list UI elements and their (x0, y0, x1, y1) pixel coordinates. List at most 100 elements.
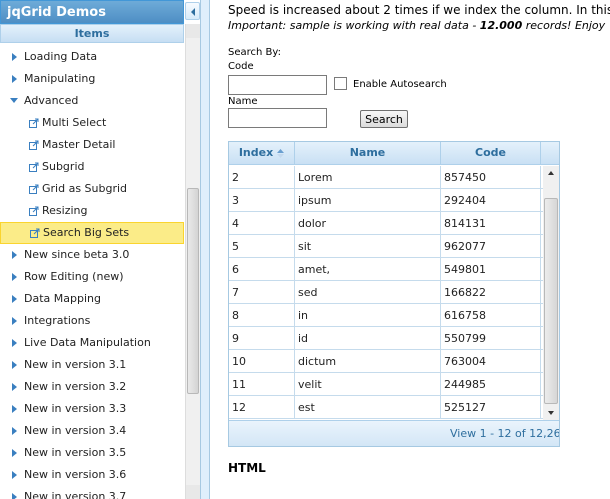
cell-code: 763004 (441, 350, 541, 373)
search-by-label: Search By: (228, 47, 281, 58)
cell-index: 7 (229, 281, 295, 304)
scroll-up-arrow-icon[interactable] (186, 24, 200, 38)
table-row[interactable]: 8 in 616758 (229, 304, 543, 327)
cell-index: 4 (229, 212, 295, 235)
table-row[interactable]: 6 amet, 549801 (229, 258, 543, 281)
document-link-icon (29, 118, 39, 128)
column-header-code[interactable]: Code (441, 142, 541, 165)
column-header-index[interactable]: Index (229, 142, 295, 165)
nav-item[interactable]: New in version 3.2 (0, 376, 184, 398)
nav-item-label: Subgrid (42, 160, 85, 173)
cell-index: 10 (229, 350, 295, 373)
search-button[interactable]: Search (360, 110, 408, 128)
cell-code: 962077 (441, 235, 541, 258)
cell-index: 8 (229, 304, 295, 327)
cell-name: id (295, 327, 441, 350)
chevron-right-icon (12, 383, 17, 391)
table-row[interactable]: 3 ipsum 292404 (229, 189, 543, 212)
table-row[interactable]: 9 id 550799 (229, 327, 543, 350)
cell-index: 3 (229, 189, 295, 212)
nav-item-label: Integrations (24, 314, 91, 327)
nav-item[interactable]: Loading Data (0, 46, 184, 68)
grid-scrollbar-thumb[interactable] (544, 198, 558, 404)
table-row[interactable]: 5 sit 962077 (229, 235, 543, 258)
nav-item[interactable]: Advanced (0, 90, 184, 112)
intro-note-suffix: records! Enjoy (522, 19, 606, 32)
intro-note: Important: sample is working with real d… (228, 19, 605, 32)
nav-item-label: New in version 3.6 (24, 468, 127, 481)
nav-item[interactable]: Grid as Subgrid (0, 178, 184, 200)
chevron-right-icon (12, 471, 17, 479)
column-header-name[interactable]: Name (295, 142, 441, 165)
nav-item-label: Resizing (42, 204, 88, 217)
nav-item[interactable]: Subgrid (0, 156, 184, 178)
nav-item[interactable]: New since beta 3.0 (0, 244, 184, 266)
table-row[interactable]: 7 sed 166822 (229, 281, 543, 304)
scroll-up-arrow-icon[interactable] (543, 166, 559, 180)
chevron-right-icon (12, 53, 17, 61)
document-link-icon (29, 162, 39, 172)
code-search-input[interactable] (228, 75, 327, 95)
cell-code: 616758 (441, 304, 541, 327)
cell-code: 857450 (441, 166, 541, 189)
nav-item[interactable]: New in version 3.7 (0, 486, 184, 499)
nav-item[interactable]: Integrations (0, 310, 184, 332)
cell-name: sit (295, 235, 441, 258)
nav-item-label: Row Editing (new) (24, 270, 124, 283)
nav-item[interactable]: Master Detail (0, 134, 184, 156)
nav-item[interactable]: New in version 3.6 (0, 464, 184, 486)
chevron-right-icon (12, 273, 17, 281)
nav-item[interactable]: Manipulating (0, 68, 184, 90)
nav-item[interactable]: New in version 3.3 (0, 398, 184, 420)
table-row[interactable]: 10 dictum 763004 (229, 350, 543, 373)
nav-item[interactable]: Resizing (0, 200, 184, 222)
chevron-right-icon (12, 361, 17, 369)
nav-item[interactable]: Search Big Sets (0, 222, 184, 244)
nav-item-label: Live Data Manipulation (24, 336, 151, 349)
grid-scrollbar[interactable] (543, 166, 559, 420)
table-row[interactable]: 11 velit 244985 (229, 373, 543, 396)
nav-item-label: New in version 3.5 (24, 446, 127, 459)
name-search-input[interactable] (228, 108, 327, 128)
nav-item-label: New in version 3.4 (24, 424, 127, 437)
nav-item[interactable]: New in version 3.1 (0, 354, 184, 376)
scroll-down-arrow-icon[interactable] (186, 485, 200, 499)
nav-item-label: New in version 3.7 (24, 490, 127, 499)
autosearch-checkbox[interactable] (334, 77, 347, 90)
intro-note-count: 12.000 (479, 19, 523, 32)
collapse-panel-button[interactable] (185, 2, 200, 20)
cell-index: 12 (229, 396, 295, 419)
nav-item[interactable]: Data Mapping (0, 288, 184, 310)
cell-code: 244985 (441, 373, 541, 396)
data-grid: Index Name Code 2 Lorem 857450 3 ipsum 292404… (228, 141, 560, 447)
layout-splitter[interactable] (201, 0, 210, 499)
chevron-right-icon (12, 493, 17, 499)
intro-text: Speed is increased about 2 times if we i… (228, 3, 610, 17)
navigation-scrollbar[interactable] (185, 24, 200, 499)
nav-item-label: Grid as Subgrid (42, 182, 128, 195)
cell-name: est (295, 396, 441, 419)
pager-record-info: View 1 - 12 of 12,26 (450, 427, 560, 440)
cell-name: dictum (295, 350, 441, 373)
table-row[interactable]: 4 dolor 814131 (229, 212, 543, 235)
items-header: Items (0, 24, 184, 43)
cell-code: 525127 (441, 396, 541, 419)
scroll-down-arrow-icon[interactable] (543, 406, 559, 420)
nav-item[interactable]: New in version 3.5 (0, 442, 184, 464)
document-link-icon (29, 140, 39, 150)
cell-name: ipsum (295, 189, 441, 212)
collapse-left-icon (191, 8, 195, 16)
nav-item[interactable]: New in version 3.4 (0, 420, 184, 442)
chevron-right-icon (12, 405, 17, 413)
nav-item[interactable]: Row Editing (new) (0, 266, 184, 288)
chevron-right-icon (12, 251, 17, 259)
scrollbar-thumb[interactable] (187, 188, 199, 394)
table-row[interactable]: 12 est 525127 (229, 396, 543, 419)
nav-item-label: Search Big Sets (43, 226, 130, 239)
table-row[interactable]: 2 Lorem 857450 (229, 166, 543, 189)
document-link-icon (30, 228, 40, 238)
document-link-icon (29, 206, 39, 216)
cell-name: sed (295, 281, 441, 304)
nav-item[interactable]: Multi Select (0, 112, 184, 134)
nav-item[interactable]: Live Data Manipulation (0, 332, 184, 354)
